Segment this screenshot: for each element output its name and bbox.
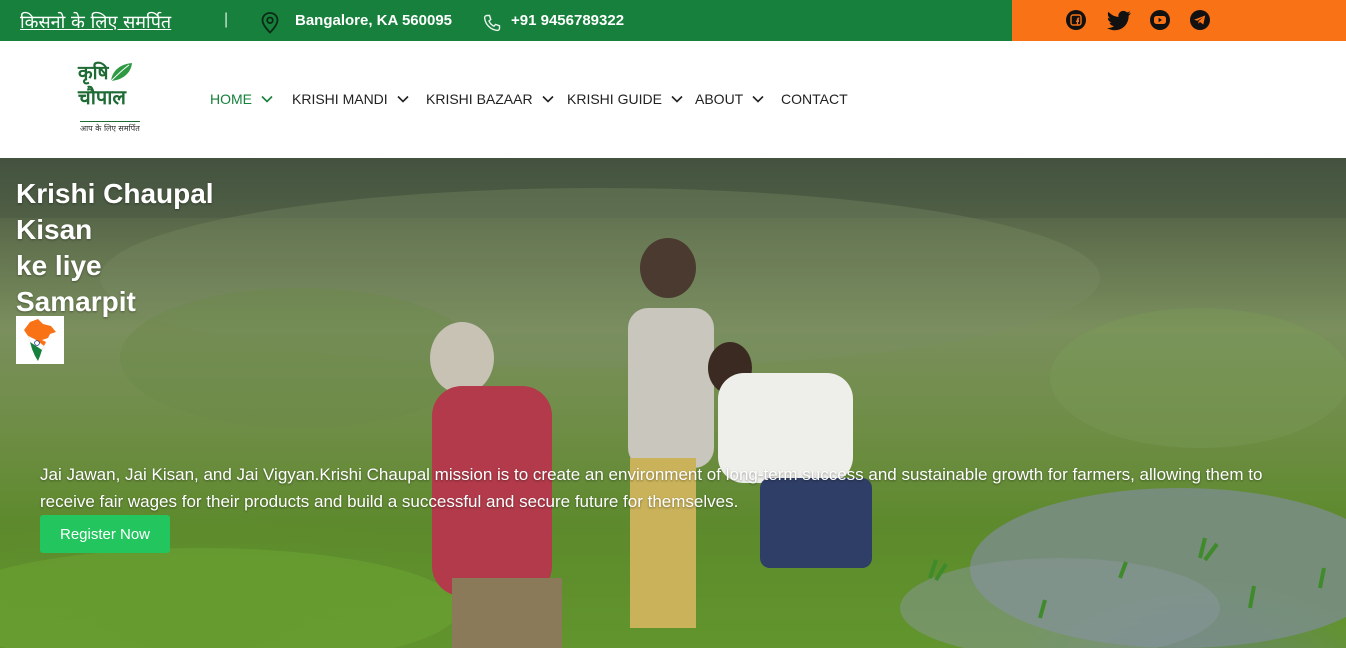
youtube-icon[interactable] [1149,9,1171,31]
facebook-icon[interactable] [1065,9,1087,31]
nav-item-krishi-mandi[interactable]: KRISHI MANDI [292,91,409,107]
tagline-link[interactable]: किसनो के लिए समर्पित [20,10,171,34]
main-navbar: कृषि चौपाल आप के लिए समर्पित HOME KRISHI… [0,41,1346,158]
chevron-down-icon [397,95,409,103]
nav-label: KRISHI GUIDE [567,91,662,107]
krishi-chaupal-logo[interactable]: कृषि चौपाल आप के लिए समर्पित [78,63,150,137]
nav-item-krishi-guide[interactable]: KRISHI GUIDE [567,91,683,107]
topbar-divider: | [224,11,229,28]
nav-item-home[interactable]: HOME [210,91,273,107]
nav-item-contact[interactable]: CONTACT [781,91,848,107]
hero-title: Krishi Chaupal Kisan ke liye Samarpit [16,176,214,320]
logo-line-1: कृषि [78,62,109,84]
chevron-down-icon [542,95,554,103]
nav-item-krishi-bazaar[interactable]: KRISHI BAZAAR [426,91,554,107]
hero-description: Jai Jawan, Jai Kisan, and Jai Vigyan.Kri… [40,465,1263,511]
logo-subtitle: आप के लिए समर्पित [80,121,140,134]
hero-banner: Krishi Chaupal Kisan ke liye Samarpit Ja… [0,158,1346,648]
logo-wordmark: कृषि चौपाल [78,63,126,107]
nav-label: ABOUT [695,91,744,107]
hero-title-line: Kisan [16,214,93,245]
chevron-down-icon [671,95,683,103]
hero-title-line: ke liye [16,250,102,281]
phone-icon [483,14,501,32]
nav-label: HOME [210,91,252,107]
logo-line-2: चौपाल [78,85,126,109]
nav-label: KRISHI BAZAAR [426,91,533,107]
nav-label: CONTACT [781,91,848,107]
chevron-down-icon [752,95,764,103]
top-bar: किसनो के लिए समर्पित | Bangalore, KA 560… [0,0,1346,41]
nav-label: KRISHI MANDI [292,91,388,107]
hero-title-line: Krishi Chaupal [16,178,214,209]
location-text: Bangalore, KA 560095 [295,12,453,29]
india-flag-map-icon [16,316,64,364]
chevron-down-icon [261,95,273,103]
twitter-icon[interactable] [1107,9,1133,31]
telegram-icon[interactable] [1189,9,1211,31]
nav-item-about[interactable]: ABOUT [695,91,764,107]
social-bar [1012,0,1346,41]
phone-text: +91 9456789322 [511,12,625,29]
location-pin-icon [261,12,279,34]
register-now-button[interactable]: Register Now [40,515,170,553]
hero-title-line: Samarpit [16,286,136,317]
